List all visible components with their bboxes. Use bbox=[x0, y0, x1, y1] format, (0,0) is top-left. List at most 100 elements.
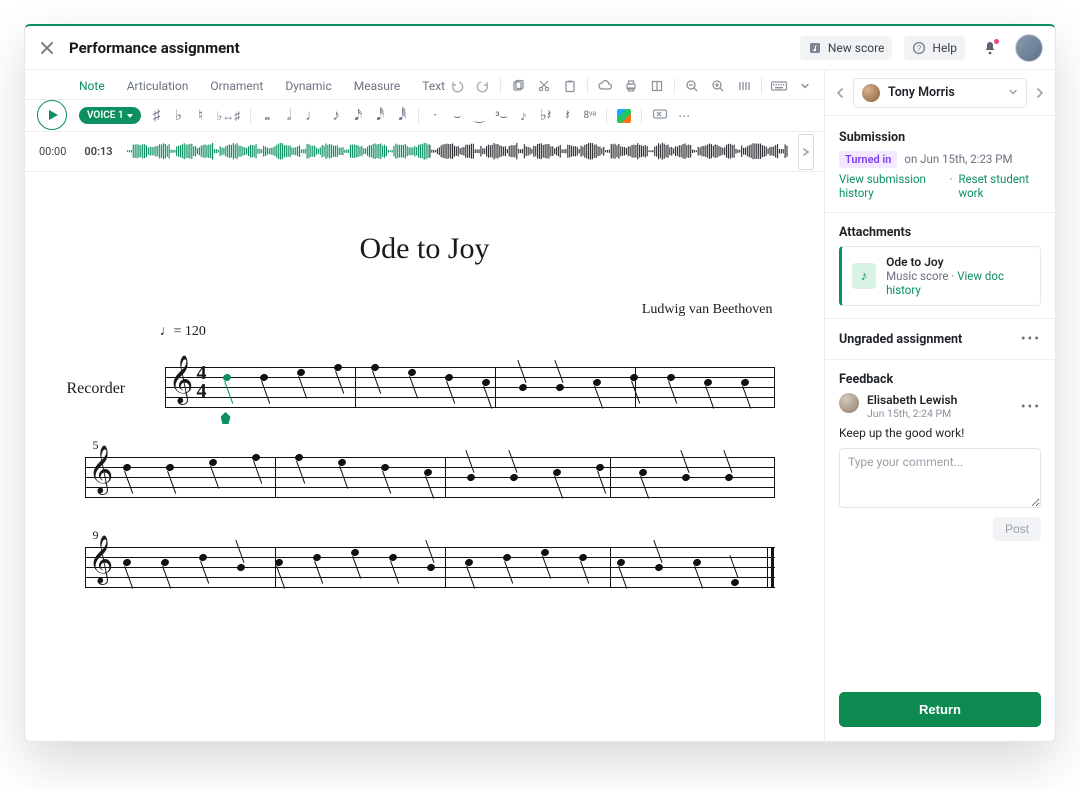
eighth-note-icon[interactable]: ♪ bbox=[330, 108, 342, 123]
cloud-icon[interactable] bbox=[596, 77, 614, 95]
notifications-button[interactable] bbox=[977, 35, 1003, 61]
score-viewport[interactable]: Ode to Joy Ludwig van Beethoven ♩= 120 R… bbox=[25, 172, 824, 741]
next-student-button[interactable] bbox=[1033, 81, 1047, 105]
notification-dot-icon bbox=[993, 38, 1000, 45]
print-icon[interactable] bbox=[622, 77, 640, 95]
comment-more-button[interactable]: ••• bbox=[1021, 399, 1041, 415]
student-avatar bbox=[862, 84, 880, 102]
editor-pane: Note Articulation Ornament Dynamic Measu… bbox=[25, 70, 825, 741]
half-note-icon[interactable]: 𝅗𝅥 bbox=[283, 108, 295, 123]
app-window: Performance assignment New score ? Help … bbox=[24, 24, 1056, 742]
chevron-down-icon[interactable] bbox=[796, 77, 814, 95]
symbol-toolbar: VOICE 1 ♯ ♭ ♮ ♭↔♯ 𝅝 𝅗𝅥 ♩ ♪ 𝅘𝅥𝅯 𝅘𝅥𝅰 𝅘𝅥𝅱 ·… bbox=[25, 100, 824, 132]
commenter-avatar bbox=[839, 393, 859, 413]
bars-icon[interactable] bbox=[735, 77, 753, 95]
user-avatar[interactable] bbox=[1015, 34, 1043, 62]
student-selector[interactable]: Tony Morris bbox=[853, 78, 1027, 108]
waveform[interactable] bbox=[127, 138, 788, 166]
new-score-button[interactable]: New score bbox=[800, 36, 893, 60]
help-button[interactable]: ? Help bbox=[904, 36, 965, 60]
paste-icon[interactable] bbox=[561, 77, 579, 95]
rest-icon[interactable]: 𝄽 bbox=[562, 108, 574, 123]
natural-icon[interactable]: ♮ bbox=[195, 108, 207, 123]
svg-text:?: ? bbox=[917, 44, 922, 53]
zoom-in-icon[interactable] bbox=[709, 77, 727, 95]
dot-icon[interactable]: · bbox=[429, 108, 441, 123]
staff-system-3: 9 𝄞 bbox=[85, 542, 785, 592]
tempo-marking: ♩= 120 bbox=[160, 324, 785, 340]
close-icon[interactable] bbox=[37, 38, 57, 58]
toolbar-actions bbox=[448, 77, 814, 95]
post-comment-button[interactable]: Post bbox=[993, 517, 1041, 541]
feedback-comment: Elisabeth Lewish Jun 15th, 2:24 PM ••• bbox=[839, 393, 1041, 420]
tab-dynamic[interactable]: Dynamic bbox=[285, 73, 331, 99]
staff-system-1: Recorder 𝄞 4 4 bbox=[165, 362, 785, 412]
prev-student-button[interactable] bbox=[833, 81, 847, 105]
redo-icon[interactable] bbox=[474, 77, 492, 95]
score-composer: Ludwig van Beethoven bbox=[65, 302, 773, 318]
score-page: Ode to Joy Ludwig van Beethoven ♩= 120 R… bbox=[65, 232, 785, 592]
grading-more-button[interactable]: ••• bbox=[1021, 331, 1041, 347]
accidental-group-icon[interactable]: ♭↔♯ bbox=[217, 110, 241, 122]
reset-student-work-link[interactable]: Reset student work bbox=[958, 172, 1041, 200]
submission-heading: Submission bbox=[839, 130, 1041, 145]
view-submission-history-link[interactable]: View submission history bbox=[839, 172, 943, 200]
thirtysecond-note-icon[interactable]: 𝅘𝅥𝅰 bbox=[374, 108, 386, 123]
timeline-expand-button[interactable] bbox=[798, 134, 814, 170]
time-end: 00:13 bbox=[80, 145, 116, 158]
attachment-subtitle: Music score · View doc history bbox=[886, 269, 1030, 297]
more-tools-icon[interactable]: ⋯ bbox=[678, 110, 690, 122]
score-title: Ode to Joy bbox=[65, 232, 785, 266]
chevron-down-icon bbox=[1008, 86, 1018, 100]
status-badge: Turned in bbox=[839, 151, 897, 168]
cut-icon[interactable] bbox=[535, 77, 553, 95]
attachments-heading: Attachments bbox=[839, 225, 1041, 240]
play-icon bbox=[48, 109, 59, 121]
feedback-heading: Feedback bbox=[839, 372, 1041, 387]
sharp-icon[interactable]: ♯ bbox=[151, 108, 163, 123]
triplet-icon[interactable]: ³⌣ bbox=[495, 110, 507, 122]
student-name: Tony Morris bbox=[888, 85, 1000, 100]
instrument-label: Recorder bbox=[67, 380, 126, 398]
comment-body: Keep up the good work! bbox=[839, 426, 1041, 440]
return-button[interactable]: Return bbox=[839, 692, 1041, 727]
comment-input[interactable] bbox=[839, 448, 1041, 508]
attachment-title: Ode to Joy bbox=[886, 255, 1030, 269]
commenter-name: Elisabeth Lewish bbox=[867, 393, 957, 407]
side-panel: Tony Morris Submission Turned in on Jun … bbox=[825, 70, 1055, 741]
undo-icon[interactable] bbox=[448, 77, 466, 95]
flat-icon[interactable]: ♭ bbox=[173, 108, 185, 123]
slur-icon[interactable]: ‿ bbox=[473, 110, 485, 122]
rest-flat-icon[interactable]: ♭𝄽 bbox=[540, 108, 552, 123]
copy-icon[interactable] bbox=[509, 77, 527, 95]
octave-icon[interactable]: 8ᵛᵃ bbox=[584, 111, 597, 121]
layout-icon[interactable] bbox=[648, 77, 666, 95]
tab-note[interactable]: Note bbox=[79, 73, 105, 99]
tab-ornament[interactable]: Ornament bbox=[210, 73, 263, 99]
help-label: Help bbox=[932, 41, 957, 55]
delete-note-icon[interactable] bbox=[652, 107, 668, 124]
music-note-icon bbox=[808, 41, 822, 55]
tie-icon[interactable]: ⌣ bbox=[451, 110, 463, 122]
voice-selector[interactable]: VOICE 1 bbox=[79, 107, 141, 124]
sixteenth-note-icon[interactable]: 𝅘𝅥𝅯 bbox=[352, 108, 364, 123]
grace-note-icon[interactable]: 𝆔 bbox=[518, 108, 530, 123]
play-button[interactable] bbox=[37, 100, 67, 130]
comment-timestamp: Jun 15th, 2:24 PM bbox=[867, 407, 957, 420]
quarter-note-icon[interactable]: ♩ bbox=[305, 108, 320, 123]
color-picker-icon[interactable] bbox=[617, 109, 631, 123]
student-navigator: Tony Morris bbox=[825, 70, 1055, 116]
tab-articulation[interactable]: Articulation bbox=[127, 73, 189, 99]
toolbar-tabs: Note Articulation Ornament Dynamic Measu… bbox=[25, 70, 824, 100]
time-start: 00:00 bbox=[35, 145, 70, 158]
new-score-label: New score bbox=[828, 41, 885, 55]
page-title: Performance assignment bbox=[69, 39, 240, 57]
zoom-out-icon[interactable] bbox=[683, 77, 701, 95]
tab-text[interactable]: Text bbox=[422, 73, 445, 99]
attachment-card[interactable]: ♪ Ode to Joy Music score · View doc hist… bbox=[839, 246, 1041, 306]
sixtyfourth-note-icon[interactable]: 𝅘𝅥𝅱 bbox=[396, 108, 408, 123]
whole-note-icon[interactable]: 𝅝 bbox=[261, 108, 273, 123]
audio-timeline: 00:00 00:13 bbox=[25, 132, 824, 172]
tab-measure[interactable]: Measure bbox=[354, 73, 401, 99]
keyboard-icon[interactable] bbox=[770, 77, 788, 95]
